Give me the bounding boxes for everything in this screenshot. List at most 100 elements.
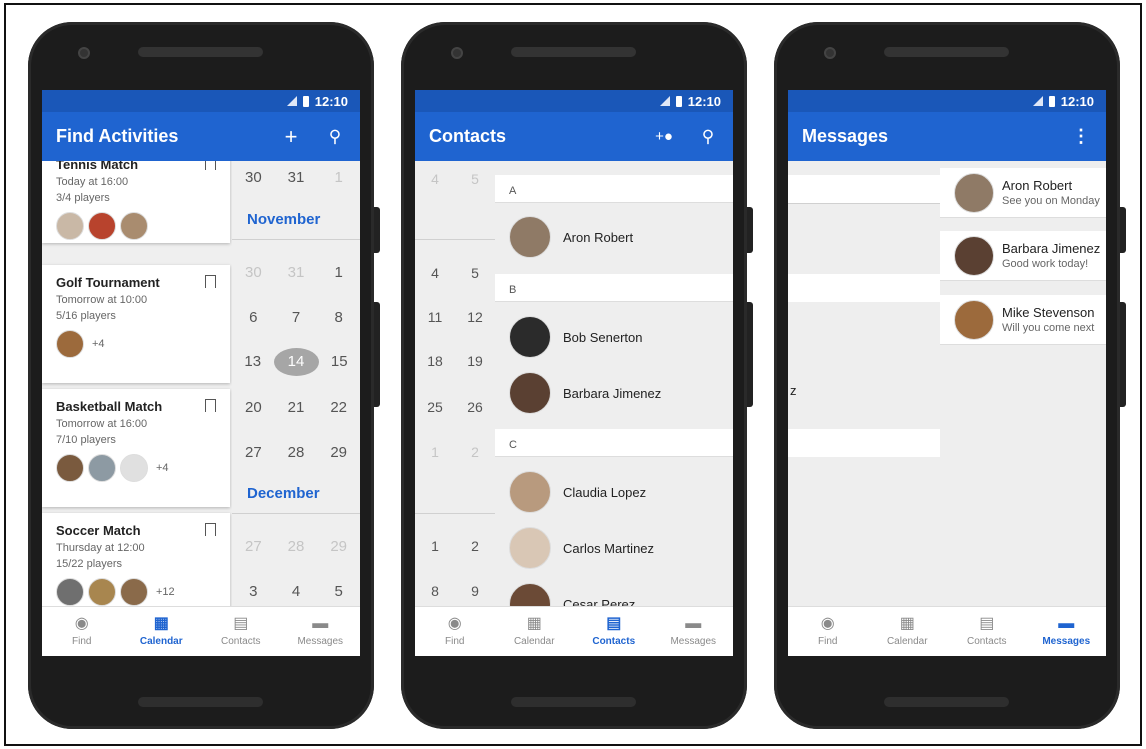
battery-icon (302, 95, 309, 107)
nav-calendar[interactable]: ▦ Calendar (495, 607, 575, 656)
nav-messages[interactable]: ▬ Messages (281, 607, 361, 656)
day[interactable]: 21 (275, 399, 318, 416)
message-text: Mike Stevenson Will you come next (1002, 305, 1095, 334)
calendar-week: 30 31 1 (232, 264, 360, 281)
activity-time: Today at 16:00 (56, 176, 129, 188)
nav-find[interactable]: ◉ Find (415, 607, 495, 656)
add-icon[interactable]: + (280, 124, 302, 150)
nav-label: Contacts (967, 636, 1007, 647)
day[interactable]: 29 (317, 444, 360, 461)
message-item[interactable]: Barbara Jimenez Good work today! (940, 231, 1106, 281)
app-bar: Find Activities + ⚲ (42, 112, 360, 161)
more-vert-icon[interactable]: ⋮ (1070, 126, 1092, 147)
bookmark-icon[interactable] (205, 523, 216, 536)
nav-calendar[interactable]: ▦ Calendar (122, 607, 202, 656)
day[interactable]: 7 (275, 309, 318, 326)
day: 2 (471, 444, 479, 460)
section-header: A (495, 175, 733, 203)
day[interactable]: 6 (232, 309, 275, 326)
search-icon[interactable]: ⚲ (324, 127, 346, 147)
day[interactable]: 1 (317, 264, 360, 281)
divider (788, 203, 940, 204)
message-text: Barbara Jimenez Good work today! (1002, 241, 1100, 270)
day[interactable]: 5 (317, 583, 360, 600)
bookmark-icon[interactable] (205, 399, 216, 412)
bookmark-icon[interactable] (205, 275, 216, 288)
day[interactable]: 15 (319, 348, 361, 376)
nav-messages[interactable]: ▬ Messages (1027, 607, 1107, 656)
day[interactable]: 31 (275, 264, 318, 281)
day[interactable]: 20 (232, 399, 275, 416)
day: 25 (427, 399, 443, 415)
contact-item[interactable]: Claudia Lopez (509, 471, 646, 513)
activity-players: 5/16 players (56, 310, 116, 322)
messages-content: z Aron Robert See you on Monday Barbara … (788, 161, 1106, 606)
compass-icon: ◉ (74, 615, 89, 632)
contact-item[interactable]: Carlos Martinez (509, 527, 654, 569)
message-item[interactable]: Mike Stevenson Will you come next (940, 295, 1106, 345)
contacts-content: 45 45 11 12 18 19 25 26 12 12 89 A Aron Rob… (415, 161, 733, 606)
player-avatars (56, 212, 216, 240)
day[interactable]: 31 (275, 169, 318, 186)
day[interactable]: 30 (232, 264, 275, 281)
nav-contacts[interactable]: ▤ Contacts (574, 607, 654, 656)
activity-card[interactable]: Basketball Match Tomorrow at 16:00 7/10 … (42, 389, 230, 507)
contact-name: Bob Senerton (563, 329, 643, 345)
day[interactable]: 3 (232, 583, 275, 600)
message-preview: See you on Monday (1002, 195, 1100, 207)
nav-label: Find (72, 636, 92, 647)
more-players-count: +12 (156, 586, 175, 598)
calendar-week: 89 (415, 583, 495, 599)
day[interactable]: 27 (232, 538, 275, 555)
activity-time: Thursday at 12:00 (56, 542, 145, 554)
message-preview: Good work today! (1002, 258, 1089, 270)
activity-card[interactable]: Soccer Match Thursday at 12:00 15/22 pla… (42, 513, 230, 606)
message-icon: ▬ (312, 615, 329, 632)
day[interactable]: 13 (232, 348, 274, 376)
day[interactable]: 8 (317, 309, 360, 326)
nav-calendar[interactable]: ▦ Calendar (868, 607, 948, 656)
day[interactable]: 27 (232, 444, 275, 461)
phone-find: 12:10 Find Activities + ⚲ Tennis Match T… (28, 22, 380, 729)
contact-item[interactable]: Cesar Perez (509, 583, 635, 606)
day[interactable]: 30 (232, 169, 275, 186)
day[interactable]: 4 (275, 583, 318, 600)
screen: 12:10 Messages ⋮ z Aron Robert See you o… (788, 90, 1106, 656)
contacts-icon: ▤ (979, 615, 995, 632)
nav-find[interactable]: ◉ Find (788, 607, 868, 656)
day[interactable]: 1 (317, 169, 360, 186)
nav-contacts[interactable]: ▤ Contacts (947, 607, 1027, 656)
activity-players: 15/22 players (56, 558, 123, 570)
nav-label: Calendar (886, 636, 928, 647)
section-ghost (788, 274, 940, 302)
activity-title: Basketball Match (56, 399, 163, 414)
message-item[interactable]: Aron Robert See you on Monday (940, 168, 1106, 218)
calendar-week: 13 14 15 (232, 348, 360, 376)
contact-item[interactable]: Bob Senerton (509, 316, 643, 358)
day[interactable]: 29 (317, 538, 360, 555)
nav-contacts[interactable]: ▤ Contacts (201, 607, 281, 656)
bottom-nav: ◉ Find ▦ Calendar ▤ Contacts ▬ Messages (788, 606, 1106, 656)
power-button (1120, 302, 1126, 407)
contact-item[interactable]: Aron Robert (509, 216, 633, 258)
day-today[interactable]: 14 (273, 348, 319, 376)
status-time: 12:10 (314, 93, 348, 109)
activity-card[interactable]: Golf Tournament Tomorrow at 10:00 5/16 p… (42, 265, 230, 383)
add-contact-icon[interactable]: +● (653, 128, 675, 145)
activity-card[interactable]: Tennis Match Today at 16:00 3/4 players (42, 161, 230, 243)
phone-contacts: 12:10 Contacts +● ⚲ 45 45 11 12 18 19 25 26… (401, 22, 753, 729)
day[interactable]: 22 (317, 399, 360, 416)
day[interactable]: 28 (275, 444, 318, 461)
nav-find[interactable]: ◉ Find (42, 607, 122, 656)
message-icon: ▬ (1058, 615, 1075, 632)
nav-messages[interactable]: ▬ Messages (654, 607, 734, 656)
contacts-icon: ▤ (606, 615, 622, 632)
search-icon[interactable]: ⚲ (697, 127, 719, 147)
contact-item[interactable]: Barbara Jimenez (509, 372, 661, 414)
day[interactable]: 28 (275, 538, 318, 555)
bookmark-icon[interactable] (205, 161, 216, 170)
nav-label: Find (445, 636, 465, 647)
day: 4 (431, 265, 439, 281)
day: 18 (427, 353, 443, 369)
avatar (88, 578, 116, 606)
